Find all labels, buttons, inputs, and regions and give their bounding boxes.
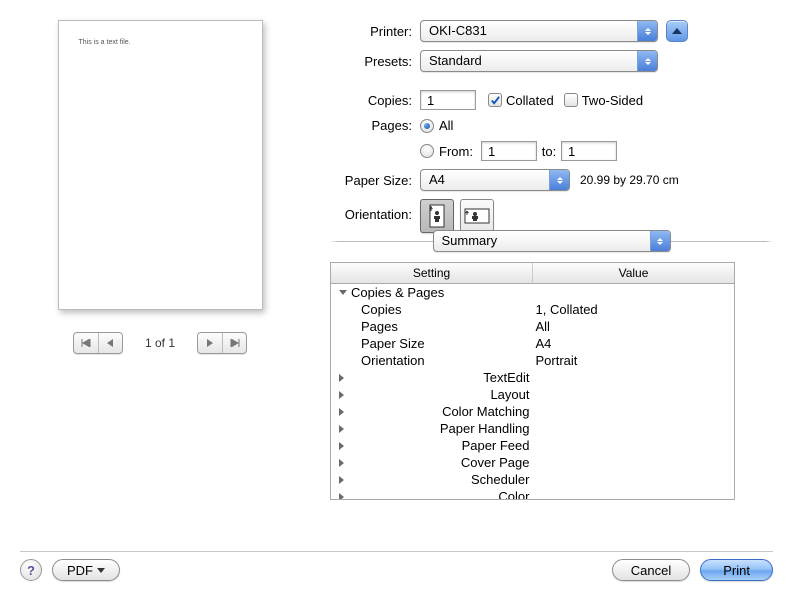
print-preview: This is a text file.: [58, 20, 263, 310]
pages-label: Pages:: [330, 118, 420, 133]
summary-header-setting[interactable]: Setting: [331, 263, 533, 283]
paper-size-select[interactable]: A4: [420, 169, 570, 191]
orientation-landscape-button[interactable]: [460, 199, 494, 233]
page-indicator: 1 of 1: [145, 336, 175, 350]
printer-label: Printer:: [330, 24, 420, 39]
printer-selected: OKI-C831: [429, 23, 487, 38]
orientation-portrait-button[interactable]: [420, 199, 454, 233]
summary-group[interactable]: TextEdit: [331, 369, 734, 386]
pages-to-label: to:: [537, 144, 561, 159]
presets-selected: Standard: [429, 53, 482, 68]
section-select[interactable]: Summary: [433, 230, 671, 252]
pages-range-radio[interactable]: [420, 144, 434, 158]
last-page-button[interactable]: [222, 333, 246, 353]
summary-group[interactable]: Color Matching: [331, 403, 734, 420]
summary-row: Copies1, Collated: [331, 301, 734, 318]
collapse-dialog-button[interactable]: [666, 20, 688, 42]
page-nav-forward-group: [197, 332, 247, 354]
collated-label: Collated: [506, 93, 554, 108]
print-button[interactable]: Print: [700, 559, 773, 581]
portrait-icon: [427, 204, 447, 228]
two-sided-checkbox[interactable]: [564, 93, 578, 107]
paper-size-dims: 20.99 by 29.70 cm: [580, 173, 679, 187]
chevron-down-icon: [97, 568, 105, 573]
pages-all-label: All: [439, 118, 453, 133]
copies-label: Copies:: [330, 93, 420, 108]
pdf-menu-button[interactable]: PDF: [52, 559, 120, 581]
summary-group[interactable]: Color: [331, 488, 734, 499]
summary-group-copies-pages[interactable]: Copies & Pages: [331, 284, 734, 301]
presets-select[interactable]: Standard: [420, 50, 658, 72]
summary-header-value[interactable]: Value: [533, 263, 734, 283]
preview-doc-text: This is a text file.: [79, 39, 131, 46]
summary-group[interactable]: Cover Page: [331, 454, 734, 471]
page-nav-back-group: [73, 332, 123, 354]
summary-row: OrientationPortrait: [331, 352, 734, 369]
presets-label: Presets:: [330, 54, 420, 69]
paper-size-selected: A4: [429, 172, 445, 187]
help-button[interactable]: ?: [20, 559, 42, 581]
printer-select[interactable]: OKI-C831: [420, 20, 658, 42]
summary-group[interactable]: Scheduler: [331, 471, 734, 488]
summary-table: Setting Value Copies & Pages Copies1, Co…: [330, 262, 735, 500]
footer-separator: [20, 551, 773, 552]
orientation-label: Orientation:: [330, 199, 420, 222]
summary-row: Paper SizeA4: [331, 335, 734, 352]
pages-all-radio[interactable]: [420, 119, 434, 133]
summary-row: PagesAll: [331, 318, 734, 335]
summary-group[interactable]: Paper Handling: [331, 420, 734, 437]
prev-page-button[interactable]: [98, 333, 122, 353]
first-page-button[interactable]: [74, 333, 98, 353]
two-sided-label: Two-Sided: [582, 93, 643, 108]
summary-group[interactable]: Paper Feed: [331, 437, 734, 454]
section-selected: Summary: [442, 233, 498, 248]
cancel-button[interactable]: Cancel: [612, 559, 690, 581]
copies-input[interactable]: [420, 90, 476, 110]
paper-size-label: Paper Size:: [330, 173, 420, 188]
collated-checkbox[interactable]: [488, 93, 502, 107]
next-page-button[interactable]: [198, 333, 222, 353]
summary-group[interactable]: Layout: [331, 386, 734, 403]
pages-from-input[interactable]: [481, 141, 537, 161]
pages-to-input[interactable]: [561, 141, 617, 161]
pages-from-label: From:: [439, 144, 481, 159]
landscape-icon: [464, 206, 490, 226]
